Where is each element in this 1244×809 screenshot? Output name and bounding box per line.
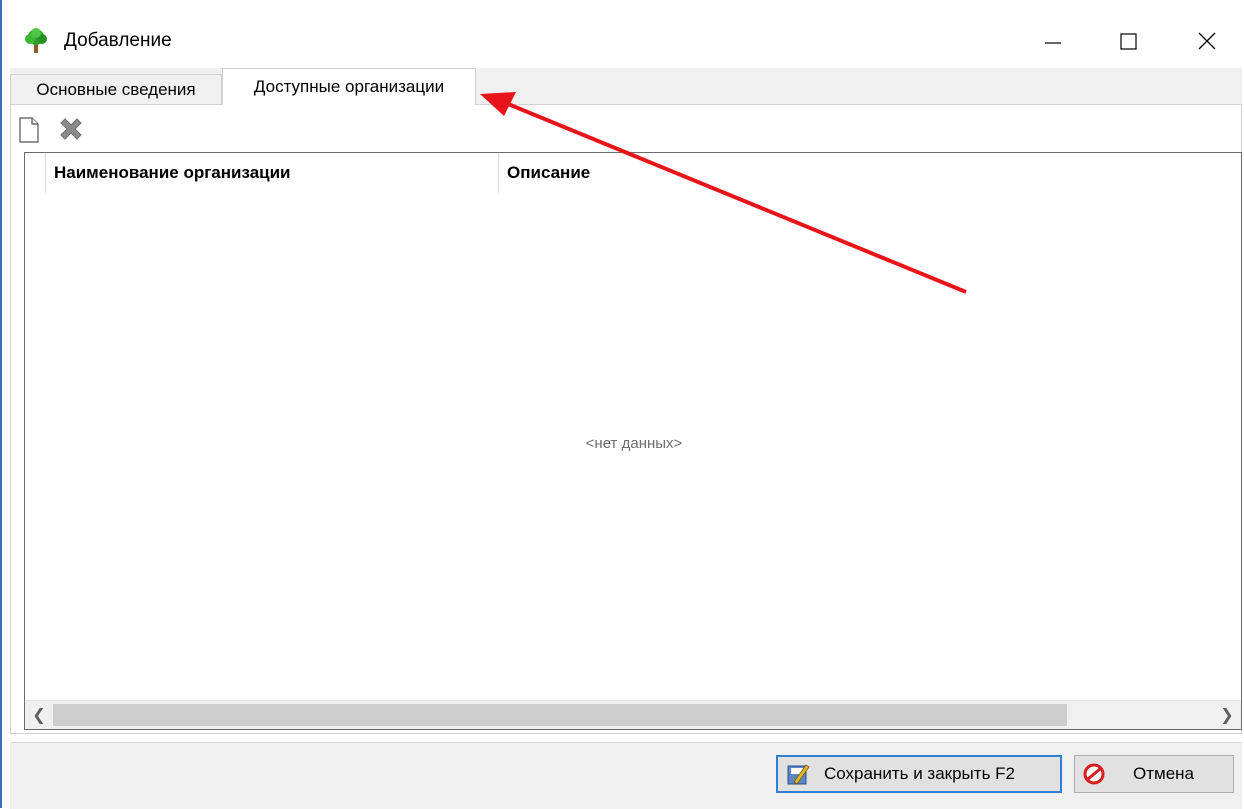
add-button[interactable] (14, 115, 44, 145)
dialog-window: Добавление Основные сведения Доступные о… (2, 0, 1244, 809)
cancel-prohibited-icon (1083, 763, 1105, 785)
tree-icon (24, 28, 48, 54)
grid-toolbar (14, 112, 86, 148)
minimize-button[interactable] (1024, 18, 1082, 62)
close-button[interactable] (1178, 18, 1236, 62)
empty-grid-message: <нет данных> (585, 435, 683, 452)
maximize-icon (1120, 33, 1137, 50)
new-document-icon (19, 117, 39, 143)
save-edit-icon (787, 764, 810, 785)
column-header-organization-name[interactable]: Наименование организации (45, 153, 499, 193)
tab-strip: Основные сведения Доступные организации (10, 68, 1242, 105)
column-header-description[interactable]: Описание (499, 153, 799, 193)
delete-button[interactable] (56, 115, 86, 145)
cancel-button[interactable]: Отмена (1074, 755, 1234, 793)
title-bar[interactable]: Добавление (2, 0, 1244, 68)
tab-main-info[interactable]: Основные сведения (10, 74, 222, 104)
scroll-left-icon[interactable]: ❮ (25, 701, 53, 729)
close-icon (1198, 32, 1216, 50)
minimize-icon (1045, 42, 1061, 44)
scroll-right-icon[interactable]: ❯ (1213, 701, 1241, 729)
tab-available-organizations[interactable]: Доступные организации (222, 68, 476, 105)
delete-x-icon (60, 118, 82, 140)
button-panel: Сохранить и закрыть F2 Отмена (10, 742, 1242, 809)
tab-label: Основные сведения (36, 79, 196, 99)
grid-header: Наименование организации Описание (25, 153, 1241, 193)
save-and-close-button[interactable]: Сохранить и закрыть F2 (776, 755, 1062, 793)
tab-label: Доступные организации (253, 77, 445, 96)
window-title: Добавление (64, 30, 172, 51)
cancel-button-label: Отмена (1133, 764, 1194, 783)
save-button-label: Сохранить и закрыть F2 (824, 764, 1015, 783)
scrollbar-thumb[interactable] (53, 704, 1067, 726)
horizontal-scrollbar[interactable]: ❮ ❯ (25, 700, 1241, 729)
organizations-grid[interactable]: Наименование организации Описание <нет д… (24, 152, 1242, 730)
maximize-button[interactable] (1100, 18, 1158, 62)
